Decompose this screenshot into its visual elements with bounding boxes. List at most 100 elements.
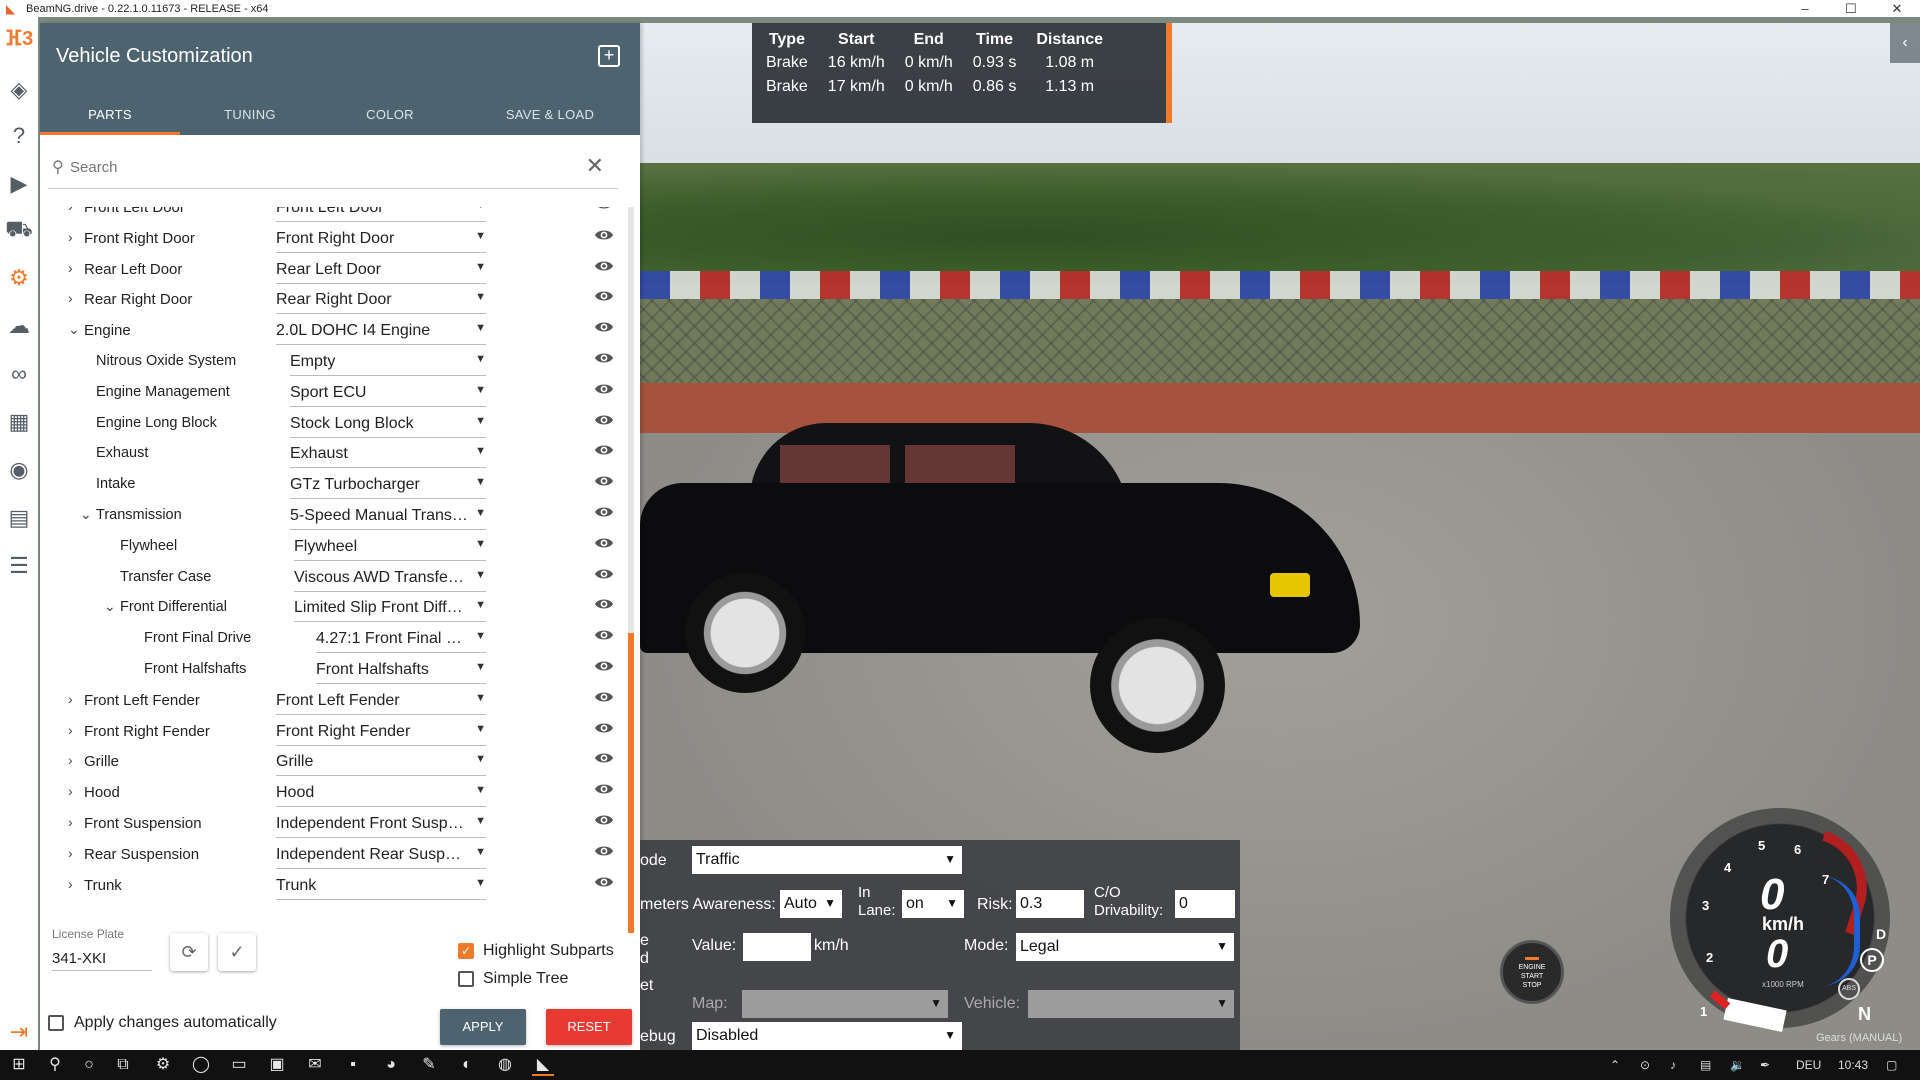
part-select[interactable]: Hood ▼ [276,781,486,808]
film-icon[interactable]: ▦ [4,407,34,437]
part-select[interactable]: Independent Front Suspension ▼ [276,812,486,838]
speed-mode-select[interactable]: Legal ▼ [1016,933,1234,961]
chevron-right-icon[interactable]: › [68,814,73,830]
engine-start-stop-button[interactable]: ENGINE START STOP [1500,940,1564,1004]
part-select[interactable]: Rear Left Door ▼ [276,258,486,284]
visibility-eye-icon[interactable] [594,844,614,858]
network-icon[interactable]: ▤ [1700,1058,1711,1072]
app-layout-icon[interactable]: ▤ [4,503,34,533]
notifications-icon[interactable]: ▢ [1886,1058,1897,1072]
pen-icon[interactable]: ✒ [1760,1058,1770,1072]
part-select[interactable]: Limited Slip Front Differe… ▼ [294,596,486,623]
speed-value-input[interactable] [743,933,811,961]
chevron-right-icon[interactable]: › [68,229,73,245]
visibility-eye-icon[interactable] [594,474,614,488]
tray-icon[interactable]: ⊙ [1640,1058,1650,1072]
highlight-subparts-checkbox[interactable]: ✓ [458,943,474,959]
visibility-eye-icon[interactable] [594,659,614,673]
visibility-eye-icon[interactable] [594,259,614,273]
infinity-icon[interactable]: ∞ [4,359,34,389]
exit-icon[interactable]: ⇥ [4,1017,34,1047]
volume-icon[interactable]: 🔉 [1730,1058,1745,1072]
debug-select[interactable]: Disabled ▼ [692,1022,962,1050]
apply-automatically-checkbox[interactable] [48,1015,64,1031]
search-input[interactable] [70,155,550,179]
scenario-icon[interactable]: ▶ [4,169,34,199]
reset-button[interactable]: RESET [546,1009,632,1045]
clear-search-icon[interactable]: ✕ [586,153,604,179]
beamng-logo-icon[interactable]: ⴼ3 [4,23,34,53]
mic-icon[interactable]: ♪ [1670,1058,1676,1072]
visibility-eye-icon[interactable] [594,351,614,365]
chevron-right-icon[interactable]: › [68,260,73,276]
chevron-right-icon[interactable]: › [68,722,73,738]
vehicle-config-icon[interactable]: ⚙ [4,263,34,293]
beamng-taskbar-icon[interactable]: ◣ [532,1054,554,1076]
camera-icon[interactable]: ◉ [4,455,34,485]
chevron-down-icon[interactable]: ⌄ [68,321,80,338]
ai-mode-select[interactable]: Traffic ▼ [692,846,962,874]
part-select[interactable]: Front Right Fender ▼ [276,720,486,746]
license-plate-input[interactable]: 341-XKI [52,945,152,971]
visibility-eye-icon[interactable] [594,813,614,827]
settings-icon[interactable]: ⚙ [152,1054,174,1076]
mail-icon[interactable]: ✉ [304,1054,326,1076]
part-select[interactable]: Empty ▼ [290,350,486,376]
part-select[interactable]: Viscous AWD Transfer Case ▼ [294,566,486,592]
apply-button[interactable]: APPLY [440,1009,526,1045]
app-icon[interactable]: ✎ [418,1054,440,1076]
part-select[interactable]: 5-Speed Manual Transmiss… ▼ [290,504,486,530]
tab-save-load[interactable]: SAVE & LOAD [460,95,640,135]
visibility-eye-icon[interactable] [594,228,614,242]
maximize-button[interactable]: ☐ [1828,0,1874,17]
add-window-icon[interactable]: + [598,45,620,67]
vehicle-select[interactable]: ▼ [1028,990,1234,1018]
tab-tuning[interactable]: TUNING [180,95,320,135]
awareness-select[interactable]: Auto ▼ [780,890,842,918]
risk-input[interactable]: 0.3 [1016,890,1084,918]
visibility-eye-icon[interactable] [594,567,614,581]
drivability-input[interactable]: 0 [1175,890,1235,918]
part-select[interactable]: Rear Right Door ▼ [276,288,486,315]
visibility-eye-icon[interactable] [594,382,614,396]
visibility-eye-icon[interactable] [594,207,614,211]
visibility-eye-icon[interactable] [594,751,614,765]
steam-icon[interactable]: ◐ [456,1054,478,1076]
part-select[interactable]: Front Right Door ▼ [276,227,486,253]
part-select[interactable]: 4.27:1 Front Final Drive ▼ [316,627,486,654]
chevron-right-icon[interactable]: › [68,783,73,799]
part-select[interactable]: Front Left Door ▼ [276,207,486,222]
part-select[interactable]: Front Left Fender ▼ [276,689,486,715]
apply-plate-button[interactable]: ✓ [218,933,256,971]
language-indicator[interactable]: DEU [1796,1058,1821,1072]
chevron-right-icon[interactable]: › [68,691,73,707]
collapse-arrow-icon[interactable]: ‹ [1890,23,1920,63]
visibility-eye-icon[interactable] [594,536,614,550]
in-lane-select[interactable]: on ▼ [902,890,964,918]
cortana-icon[interactable]: ○ [78,1054,100,1076]
part-select[interactable]: Grille ▼ [276,750,486,777]
simple-tree-checkbox[interactable] [458,971,474,987]
terminal-icon[interactable]: ▪ [342,1054,364,1076]
tray-chevron-icon[interactable]: ⌃ [1610,1058,1620,1072]
visibility-eye-icon[interactable] [594,690,614,704]
settings-sliders-icon[interactable]: ☰ [4,551,34,581]
part-select[interactable]: Exhaust ▼ [290,442,486,469]
chevron-right-icon[interactable]: › [68,845,73,861]
file-explorer-icon[interactable]: ▭ [228,1054,250,1076]
close-button[interactable]: ✕ [1874,0,1920,17]
visibility-eye-icon[interactable] [594,875,614,889]
layers-icon[interactable]: ◈ [4,75,34,105]
spotify-icon[interactable]: ◍ [494,1054,516,1076]
clock[interactable]: 10:43 [1838,1058,1868,1072]
part-select[interactable]: Flywheel ▼ [294,535,486,561]
visibility-eye-icon[interactable] [594,628,614,642]
opera-icon[interactable]: ◯ [190,1054,212,1076]
visibility-eye-icon[interactable] [594,413,614,427]
visibility-eye-icon[interactable] [594,721,614,735]
scrollbar-thumb[interactable] [628,633,634,933]
store-icon[interactable]: ▣ [266,1054,288,1076]
part-select[interactable]: 2.0L DOHC I4 Engine ▼ [276,319,486,346]
part-select[interactable]: Front Halfshafts ▼ [316,658,486,684]
part-select[interactable]: GTz Turbocharger ▼ [290,473,486,500]
